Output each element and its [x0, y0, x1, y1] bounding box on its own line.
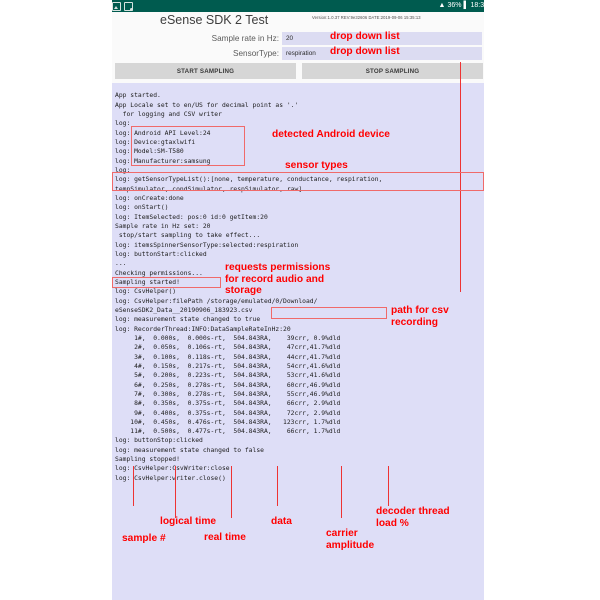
annotation-decoder-load: decoder thread load % [376, 506, 450, 529]
status-bar-notification-icons [112, 0, 133, 12]
annotation-detected-device: detected Android device [272, 129, 390, 140]
highlight-box-device-info [131, 126, 245, 166]
annotation-logical-time: logical time [160, 516, 217, 527]
stop-sampling-button[interactable]: STOP SAMPLING [302, 63, 483, 79]
battery-percent-label: 36% [447, 2, 462, 9]
sample-rate-label: Sample rate in Hz: [211, 33, 279, 43]
annotation-csv-path: path for csv recording [391, 305, 449, 328]
highlight-box-permissions [112, 277, 221, 288]
leader-line-data [277, 466, 278, 506]
status-bar-system-icons: ▲ 36% ▌ 18:39 [439, 0, 484, 12]
annotation-sensor-type-dropdown: drop down list [330, 46, 400, 57]
photo-icon [112, 1, 121, 11]
leader-line-decoder-load [388, 466, 389, 506]
leader-line-logical-time [175, 466, 176, 518]
annotation-sample-number: sample # [122, 533, 166, 544]
leader-line-real-time [231, 466, 232, 518]
app-header: eSense SDK 2 Test Version:1.0.37 REV:9e3… [112, 12, 484, 30]
annotation-carrier-amplitude: carrier amplitude [326, 528, 375, 551]
android-status-bar: ▲ 36% ▌ 18:39 [112, 0, 484, 12]
annotation-real-time: real time [204, 532, 246, 543]
annotation-sensor-types: sensor types [285, 160, 348, 171]
sensor-type-label: SensorType: [233, 48, 279, 58]
battery-icon: ▌ [463, 2, 469, 9]
highlight-box-csv-path [271, 307, 387, 319]
page-title: eSense SDK 2 Test [160, 13, 269, 27]
sensor-type-row: SensorType: respiration [112, 46, 484, 60]
leader-line-sample-number [133, 466, 134, 506]
start-sampling-button[interactable]: START SAMPLING [115, 63, 296, 79]
annotation-data: data [271, 516, 292, 527]
annotation-sample-rate-dropdown: drop down list [330, 31, 400, 42]
clock-label: 18:39 [470, 2, 484, 9]
version-label: Version:1.0.37 REV:9e32606 DATE:2019-09-… [312, 15, 421, 20]
document-icon [124, 1, 133, 11]
highlight-box-sensor-types [112, 172, 484, 191]
leader-line-carrier-amplitude [341, 466, 342, 518]
annotation-permissions: requests permissions for record audio an… [225, 262, 331, 296]
wifi-icon: ▲ [438, 2, 446, 9]
sample-rate-row: Sample rate in Hz: 20 [112, 31, 484, 45]
